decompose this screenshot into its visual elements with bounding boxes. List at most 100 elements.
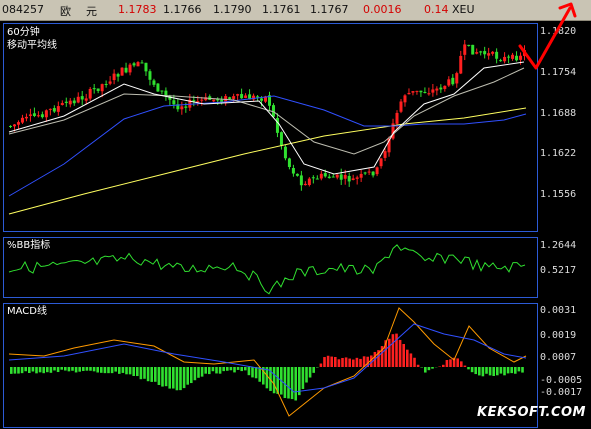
macd-tick-1: 0.0031 (540, 305, 577, 316)
ma-line-white (8, 61, 525, 175)
macd-histogram-bar (13, 367, 17, 374)
candle-body (164, 90, 168, 96)
macd-panel[interactable]: MACD线 (3, 303, 538, 428)
candle-body (52, 108, 56, 112)
candle-body (132, 63, 136, 66)
price-chart[interactable] (4, 24, 537, 231)
macd-histogram-bar (146, 367, 150, 382)
candle-body (152, 80, 156, 85)
candle-body (16, 122, 20, 125)
candle-body (68, 100, 72, 105)
candle-body (439, 87, 443, 90)
candle-body (44, 110, 48, 118)
candle-body (228, 97, 232, 99)
candle-body (335, 174, 339, 178)
macd-histogram-bar (240, 367, 243, 372)
macd-histogram-bar (179, 367, 182, 391)
macd-histogram-bar (24, 367, 27, 372)
macd-histogram-bar (290, 367, 294, 400)
candle-body (196, 101, 200, 103)
macd-histogram-bar (348, 358, 351, 367)
bb-line (8, 244, 526, 295)
macd-histogram-bar (334, 356, 337, 367)
macd-histogram-bar (287, 367, 290, 399)
price-panel-title: 60分钟 (7, 27, 40, 38)
candle-body (459, 55, 463, 74)
candle-body (355, 177, 359, 179)
bb-tick-2: 0.5217 (540, 265, 577, 276)
macd-histogram-bar (67, 367, 71, 372)
candle-body (9, 125, 12, 127)
quote-name-1: 欧 (60, 5, 71, 18)
price-panel-subtitle: 移动平均线 (7, 40, 57, 51)
candle-body (343, 174, 347, 179)
macd-tick-5: -0.0017 (540, 387, 583, 398)
macd-histogram-bar (71, 367, 74, 371)
candle-body (48, 108, 52, 110)
macd-histogram-bar (416, 364, 420, 367)
macd-histogram-bar (186, 367, 189, 385)
macd-histogram-bar (409, 353, 413, 367)
macd-histogram-bar (305, 367, 308, 383)
candle-body (20, 117, 24, 123)
macd-histogram-bar (182, 367, 186, 389)
macd-histogram-bar (308, 367, 312, 378)
macd-histogram-bar (139, 367, 143, 380)
macd-histogram-bar (445, 360, 449, 367)
macd-histogram-bar (510, 367, 513, 374)
candle-body (104, 83, 108, 85)
candle-body (515, 55, 519, 61)
macd-chart[interactable] (4, 304, 537, 427)
price-tick-3: 1.1688 (540, 108, 577, 119)
macd-tick-2: 0.0019 (540, 330, 577, 341)
quote-name-2: 元 (86, 5, 97, 18)
macd-histogram-bar (161, 367, 164, 387)
candle-body (112, 73, 116, 81)
macd-histogram-bar (168, 367, 171, 389)
macd-histogram-bar (355, 357, 359, 367)
macd-histogram-bar (125, 367, 128, 375)
macd-histogram-bar (496, 367, 499, 376)
candle-body (92, 88, 96, 90)
macd-histogram-bar (64, 367, 67, 371)
macd-tick-4: -0.0005 (540, 375, 583, 386)
macd-histogram-bar (294, 367, 297, 401)
candle-body (140, 62, 144, 64)
bb-chart[interactable] (4, 238, 537, 297)
candle-body (455, 73, 459, 84)
macd-histogram-bar (229, 367, 233, 371)
macd-histogram-bar (427, 367, 431, 371)
macd-histogram-bar (114, 367, 117, 372)
quote-last: 1.1783 (118, 3, 157, 16)
macd-histogram-bar (53, 367, 56, 371)
macd-histogram-bar (301, 367, 305, 389)
macd-histogram-bar (208, 367, 211, 375)
candle-body (120, 67, 124, 76)
quote-market: XEU (452, 3, 475, 16)
candle-body (467, 44, 471, 46)
candle-body (339, 174, 343, 180)
candle-body (519, 55, 523, 60)
macd-histogram-bar (503, 367, 506, 376)
candle-body (96, 88, 100, 91)
macd-histogram-bar (391, 334, 395, 367)
candle-body (303, 183, 307, 186)
bb-panel[interactable]: %BB指标 (3, 237, 538, 298)
macd-histogram-bar (42, 367, 45, 374)
candle-body (24, 116, 28, 119)
macd-histogram-bar (204, 367, 207, 374)
candle-body (283, 146, 287, 159)
macd-histogram-bar (143, 367, 146, 379)
macd-histogram-bar (35, 367, 38, 374)
bb-panel-title: %BB指标 (7, 240, 51, 251)
macd-histogram-bar (406, 349, 409, 367)
price-panel[interactable]: 60分钟 移动平均线 (3, 23, 538, 232)
candle-body (443, 85, 447, 89)
candle-body (299, 175, 303, 186)
candle-body (108, 81, 112, 84)
macd-histogram-bar (150, 367, 153, 382)
macd-histogram-bar (463, 365, 467, 367)
candle-body (279, 132, 283, 146)
candle-body (124, 67, 128, 73)
candle-body (427, 93, 431, 95)
